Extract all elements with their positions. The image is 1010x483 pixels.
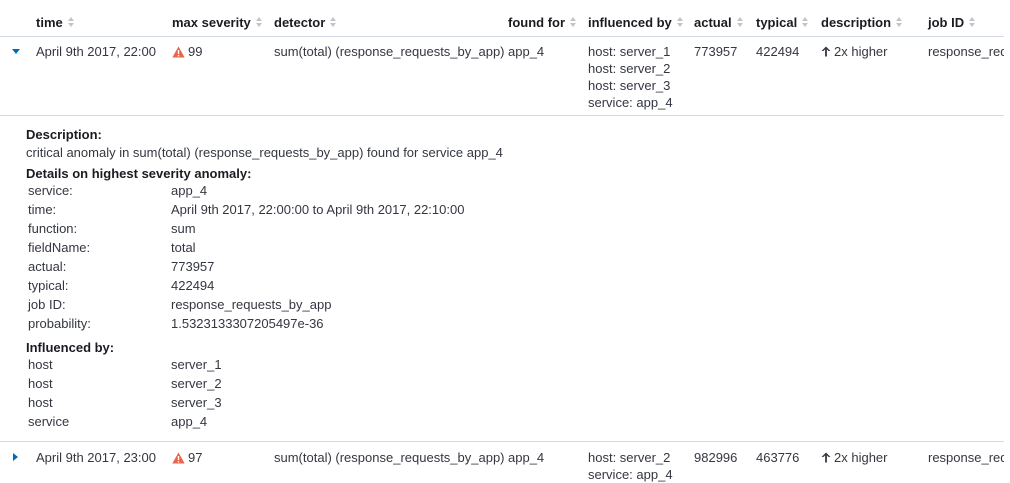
row-typical: 422494 xyxy=(756,44,800,59)
detail-label: typical: xyxy=(28,278,69,293)
arrow-up-icon xyxy=(821,46,831,57)
col-header-detector[interactable]: detector xyxy=(274,15,337,30)
row-time: April 9th 2017, 23:00 xyxy=(36,450,156,465)
detail-label: fieldName: xyxy=(28,240,91,255)
row-time: April 9th 2017, 22:00 xyxy=(36,44,156,59)
sort-icon xyxy=(330,17,337,28)
detail-value: total xyxy=(171,240,196,255)
sort-icon xyxy=(896,17,903,28)
warning-icon xyxy=(172,452,185,464)
detail-label: actual: xyxy=(28,259,67,274)
detail-value: sum xyxy=(171,221,196,236)
influencer-value: server_1 xyxy=(171,357,222,372)
col-header-job-id[interactable]: job ID xyxy=(928,15,976,30)
influencer-label: host xyxy=(28,395,53,410)
row-divider xyxy=(0,441,1004,442)
sort-icon xyxy=(67,17,75,28)
influencer-value: server_2 xyxy=(171,376,222,391)
row-detector: sum(total) (response_requests_by_app) xyxy=(274,44,505,59)
detail-value: app_4 xyxy=(171,183,208,198)
col-header-actual[interactable]: actual xyxy=(694,15,744,30)
row-detector: sum(total) (response_requests_by_app) xyxy=(274,450,505,465)
col-header-description[interactable]: description xyxy=(821,15,903,30)
row-typical: 463776 xyxy=(756,450,800,465)
row-influenced-by: host: server_2 service: app_4 xyxy=(588,449,673,483)
detail-value: 1.5323133307205497e-36 xyxy=(171,316,324,331)
col-header-found-for[interactable]: found for xyxy=(508,15,577,30)
influencer-value: server_3 xyxy=(171,395,222,410)
row-found-for: app_4 xyxy=(508,450,545,465)
col-header-typical[interactable]: typical xyxy=(756,15,809,30)
expand-icon[interactable] xyxy=(13,453,18,461)
details-influenced-heading: Influenced by: xyxy=(26,340,115,355)
sort-icon xyxy=(570,17,577,28)
influencer-item: host: server_1 xyxy=(588,44,671,59)
detail-value: 773957 xyxy=(171,259,215,274)
row-job-id: response_req xyxy=(928,450,1004,465)
influencer-label: host xyxy=(28,357,53,372)
row-job-id: response_req xyxy=(928,44,1004,59)
row-influenced-by: host: server_1 host: server_2 host: serv… xyxy=(588,43,673,111)
arrow-up-icon xyxy=(821,452,831,463)
details-description-heading: Description: xyxy=(26,127,102,142)
row-severity: 99 xyxy=(172,44,202,59)
row-actual: 982996 xyxy=(694,450,738,465)
influencer-item: host: server_2 xyxy=(588,450,671,465)
influencer-label: service xyxy=(28,414,70,429)
detail-label: function: xyxy=(28,221,78,236)
detail-label: job ID: xyxy=(28,297,66,312)
influencer-item: host: server_3 xyxy=(588,78,671,93)
col-header-time[interactable]: time xyxy=(36,15,75,30)
details-highest-heading: Details on highest severity anomaly: xyxy=(26,166,252,181)
influencer-item: service: app_4 xyxy=(588,467,673,482)
col-header-influenced-by[interactable]: influenced by xyxy=(588,15,684,30)
detail-label: service: xyxy=(28,183,73,198)
row-description: 2x higher xyxy=(821,44,887,59)
influencer-value: app_4 xyxy=(171,414,208,429)
sort-icon xyxy=(736,17,744,28)
collapse-icon[interactable] xyxy=(12,49,20,54)
detail-label: probability: xyxy=(28,316,91,331)
col-header-max-severity[interactable]: max severity xyxy=(172,15,263,30)
row-divider xyxy=(0,115,1004,116)
row-description: 2x higher xyxy=(821,450,887,465)
header-divider xyxy=(0,36,1004,37)
sort-icon xyxy=(255,17,263,28)
detail-value: response_requests_by_app xyxy=(171,297,332,312)
influencer-item: host: server_2 xyxy=(588,61,671,76)
detail-value: April 9th 2017, 22:00:00 to April 9th 20… xyxy=(171,202,465,217)
row-found-for: app_4 xyxy=(508,44,545,59)
sort-icon xyxy=(969,17,976,28)
row-severity: 97 xyxy=(172,450,202,465)
influencer-item: service: app_4 xyxy=(588,95,673,110)
warning-icon xyxy=(172,46,185,58)
detail-label: time: xyxy=(28,202,57,217)
details-description-text: critical anomaly in sum(total) (response… xyxy=(26,145,503,160)
sort-icon xyxy=(676,17,684,28)
influencer-label: host xyxy=(28,376,53,391)
row-actual: 773957 xyxy=(694,44,738,59)
sort-icon xyxy=(802,17,809,28)
detail-value: 422494 xyxy=(171,278,215,293)
